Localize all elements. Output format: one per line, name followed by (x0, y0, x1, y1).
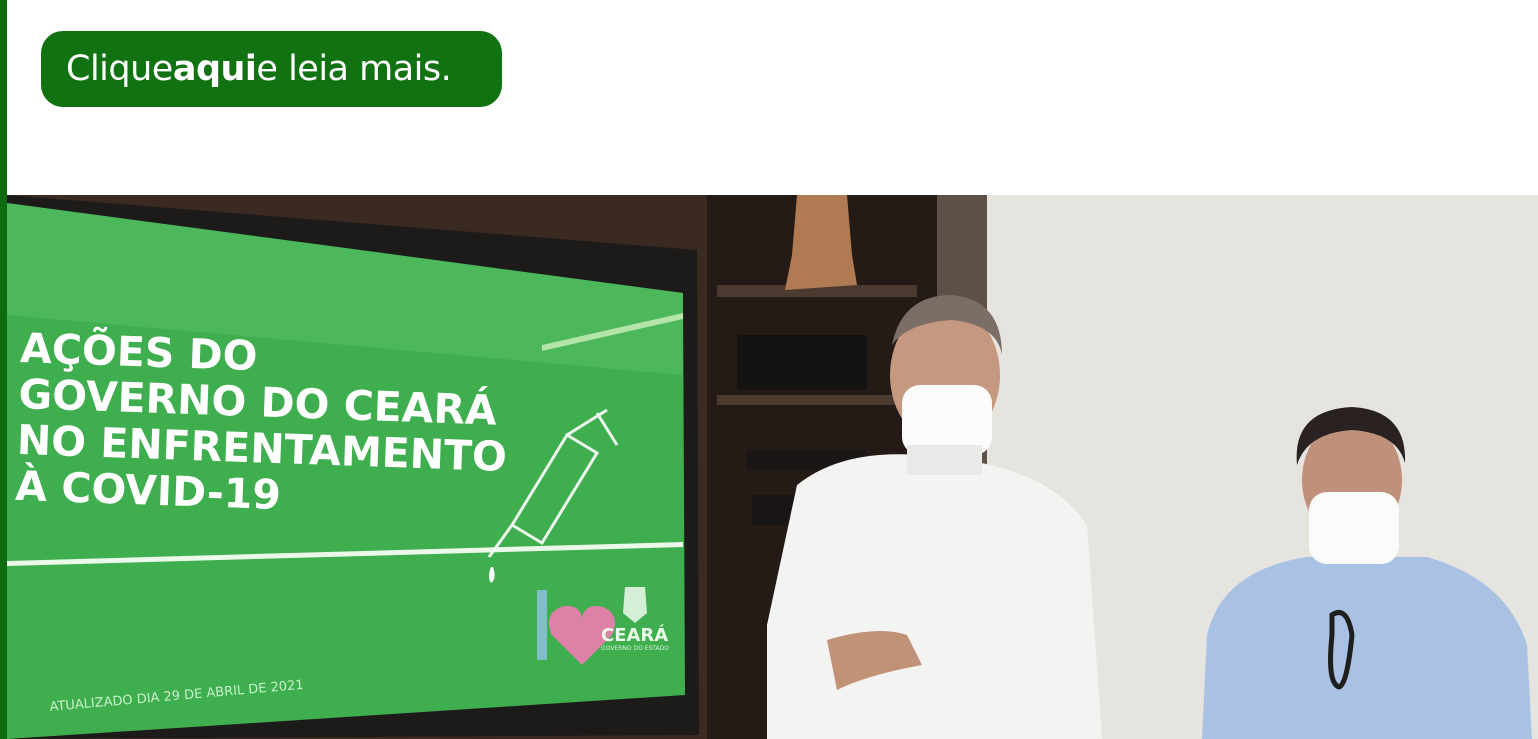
page: Clique aqui e leia mais. AÇÕES DO GOVERN… (0, 0, 1538, 739)
tv-brand-subtitle: GOVERNO DO ESTADO (601, 645, 669, 652)
tv-brand-logo-text: CEARÁ (601, 625, 669, 646)
cta-bold-link[interactable]: aqui (173, 49, 257, 89)
read-more-button[interactable]: Clique aqui e leia mais. (41, 31, 502, 107)
cta-prefix: Clique (66, 49, 173, 89)
left-accent-bar (0, 0, 7, 739)
tv-headline: AÇÕES DO GOVERNO DO CEARÁ NO ENFRENTAMEN… (15, 324, 511, 526)
cta-suffix: e leia mais. (256, 49, 452, 89)
news-photo: AÇÕES DO GOVERNO DO CEARÁ NO ENFRENTAMEN… (7, 195, 1538, 739)
